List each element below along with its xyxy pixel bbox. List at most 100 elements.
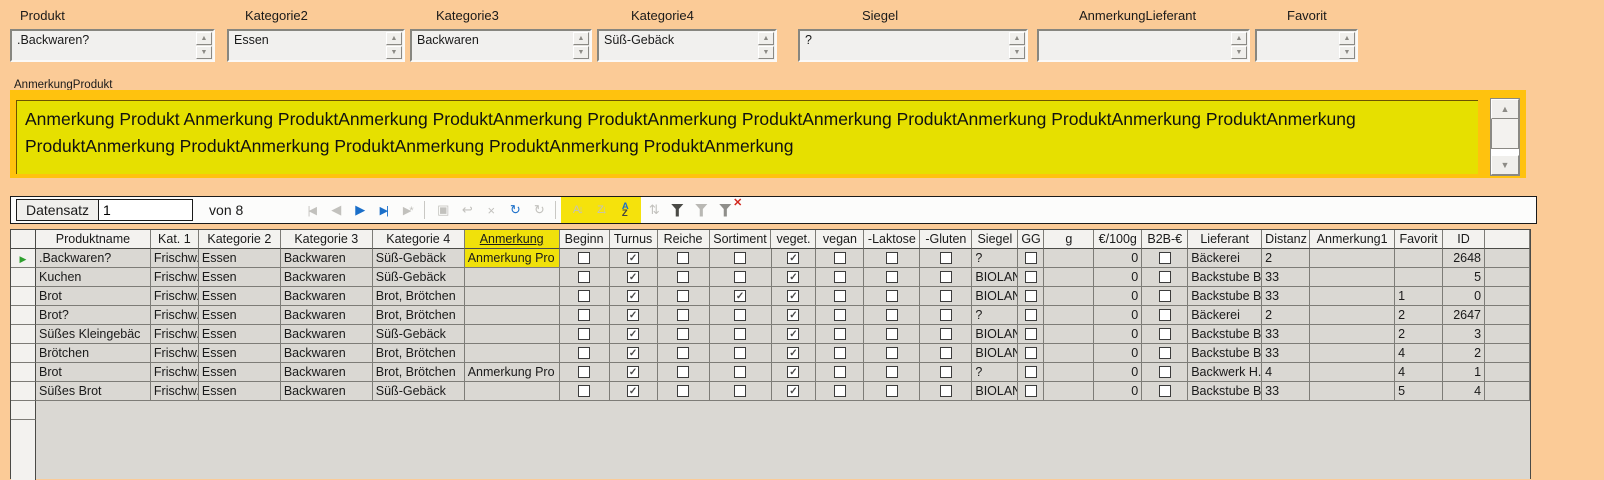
undo-icon[interactable]: ↩ xyxy=(454,200,478,220)
cell-b2b[interactable] xyxy=(1142,249,1188,268)
cell-sortiment[interactable] xyxy=(710,306,772,325)
first-record-icon[interactable]: |◀ xyxy=(299,200,323,220)
cell-b2b[interactable] xyxy=(1142,287,1188,306)
laktose-checkbox[interactable] xyxy=(886,366,898,378)
scroll-down-icon[interactable]: ▼ xyxy=(1491,155,1519,175)
column-header-kat1[interactable]: Kat. 1 xyxy=(151,230,199,249)
cell-lieferant[interactable]: Backstube B. xyxy=(1188,382,1262,401)
scroll-up-icon[interactable]: ▲ xyxy=(1009,32,1025,45)
cell-gluten[interactable] xyxy=(920,382,972,401)
cell-siegel[interactable]: ? xyxy=(972,249,1018,268)
cell-favorit[interactable]: 4 xyxy=(1395,363,1443,382)
cell-distanz[interactable]: 4 xyxy=(1262,363,1310,382)
cell-turnus[interactable]: ✓ xyxy=(610,268,658,287)
remove-filter-icon[interactable]: ✕ xyxy=(713,200,737,220)
column-header-anmerkung[interactable]: Anmerkung xyxy=(465,230,560,249)
turnus-checkbox[interactable]: ✓ xyxy=(627,328,639,340)
cell-kategorie4[interactable]: Brot, Brötchen xyxy=(373,363,465,382)
cell-kategorie3[interactable]: Backwaren xyxy=(281,287,373,306)
column-header-sortiment[interactable]: Sortiment xyxy=(710,230,772,249)
cell-sortiment[interactable]: ✓ xyxy=(710,287,772,306)
cell-gg[interactable] xyxy=(1018,268,1044,287)
veget-checkbox[interactable]: ✓ xyxy=(787,347,799,359)
cell-g[interactable] xyxy=(1044,344,1094,363)
cell-g[interactable] xyxy=(1044,306,1094,325)
row-selector[interactable] xyxy=(11,268,36,287)
sortiment-checkbox[interactable]: ✓ xyxy=(734,290,746,302)
listbox-scrollbar[interactable]: ▲▼ xyxy=(1231,32,1247,59)
remove-sort-icon[interactable]: ⇅ xyxy=(641,200,665,220)
row-selector[interactable] xyxy=(11,325,36,344)
cell-blank[interactable] xyxy=(1485,249,1530,268)
sortiment-checkbox[interactable] xyxy=(734,385,746,397)
cell-id[interactable]: 3 xyxy=(1443,325,1485,344)
turnus-checkbox[interactable]: ✓ xyxy=(627,385,639,397)
cell-kategorie4[interactable]: Süß-Gebäck xyxy=(373,268,465,287)
cell-anmerkung1[interactable] xyxy=(1310,268,1395,287)
cell-reiche[interactable] xyxy=(658,382,710,401)
beginn-checkbox[interactable] xyxy=(578,347,590,359)
laktose-checkbox[interactable] xyxy=(886,347,898,359)
cell-kategorie3[interactable]: Backwaren xyxy=(281,306,373,325)
cell-veget[interactable]: ✓ xyxy=(772,287,817,306)
sortiment-checkbox[interactable] xyxy=(734,347,746,359)
cell-kategorie4[interactable]: Brot, Brötchen xyxy=(373,306,465,325)
scroll-down-icon[interactable]: ▼ xyxy=(1339,46,1355,59)
cell-gg[interactable] xyxy=(1018,325,1044,344)
cell-kategorie2[interactable]: Essen xyxy=(199,363,281,382)
beginn-checkbox[interactable] xyxy=(578,309,590,321)
vegan-checkbox[interactable] xyxy=(834,309,846,321)
cell-produktname[interactable]: Süßes Brot xyxy=(36,382,151,401)
cell-anmerkung1[interactable] xyxy=(1310,325,1395,344)
sort-az-icon[interactable]: AZ xyxy=(613,200,637,220)
vegan-checkbox[interactable] xyxy=(834,252,846,264)
cell-anmerkung1[interactable] xyxy=(1310,344,1395,363)
save-record-icon[interactable]: ▣ xyxy=(430,200,454,220)
cell-kategorie4[interactable]: Brot, Brötchen xyxy=(373,344,465,363)
column-header-produktname[interactable]: Produktname xyxy=(36,230,151,249)
beginn-checkbox[interactable] xyxy=(578,385,590,397)
cell-kategorie3[interactable]: Backwaren xyxy=(281,344,373,363)
cell-b2b[interactable] xyxy=(1142,382,1188,401)
cell-anmerkung[interactable] xyxy=(465,287,560,306)
cell-siegel[interactable]: BIOLAN xyxy=(972,287,1018,306)
cell-kategorie2[interactable]: Essen xyxy=(199,382,281,401)
cell-kat1[interactable]: Frischw. xyxy=(151,249,199,268)
cell-kategorie3[interactable]: Backwaren xyxy=(281,268,373,287)
cell-laktose[interactable] xyxy=(864,325,920,344)
row-selector-header[interactable] xyxy=(11,230,36,249)
cell-gg[interactable] xyxy=(1018,306,1044,325)
cell-sortiment[interactable] xyxy=(710,268,772,287)
cell-anmerkung[interactable] xyxy=(465,268,560,287)
b2b-checkbox[interactable] xyxy=(1159,385,1171,397)
listbox-produkt[interactable]: .Backwaren?▲▼ xyxy=(10,29,215,62)
cell-beginn[interactable] xyxy=(560,287,610,306)
listbox-scrollbar[interactable]: ▲▼ xyxy=(1339,32,1355,59)
cell-anmerkung1[interactable] xyxy=(1310,306,1395,325)
cell-veget[interactable]: ✓ xyxy=(772,344,817,363)
veget-checkbox[interactable]: ✓ xyxy=(787,366,799,378)
scroll-down-icon[interactable]: ▼ xyxy=(386,46,402,59)
cell-eur[interactable]: 0 xyxy=(1094,268,1142,287)
cell-eur[interactable]: 0 xyxy=(1094,363,1142,382)
sortiment-checkbox[interactable] xyxy=(734,252,746,264)
vegan-checkbox[interactable] xyxy=(834,290,846,302)
cell-produktname[interactable]: Süßes Kleingebäc xyxy=(36,325,151,344)
scroll-up-icon[interactable]: ▲ xyxy=(1231,32,1247,45)
column-header-veget[interactable]: veget. xyxy=(771,230,816,249)
row-selector[interactable] xyxy=(11,287,36,306)
reiche-checkbox[interactable] xyxy=(677,290,689,302)
cell-eur[interactable]: 0 xyxy=(1094,287,1142,306)
cell-produktname[interactable]: Brot xyxy=(36,287,151,306)
cell-g[interactable] xyxy=(1044,268,1094,287)
sort-descending-icon[interactable]: Z↓ xyxy=(589,200,613,220)
cell-reiche[interactable] xyxy=(658,325,710,344)
cell-vegan[interactable] xyxy=(816,249,864,268)
column-header-favorit[interactable]: Favorit xyxy=(1395,230,1443,249)
cell-kat1[interactable]: Frischw. xyxy=(151,363,199,382)
column-header-kategorie3[interactable]: Kategorie 3 xyxy=(281,230,373,249)
cell-distanz[interactable]: 33 xyxy=(1262,268,1310,287)
cell-b2b[interactable] xyxy=(1142,325,1188,344)
cell-siegel[interactable]: ? xyxy=(972,306,1018,325)
column-header-kategorie2[interactable]: Kategorie 2 xyxy=(199,230,281,249)
